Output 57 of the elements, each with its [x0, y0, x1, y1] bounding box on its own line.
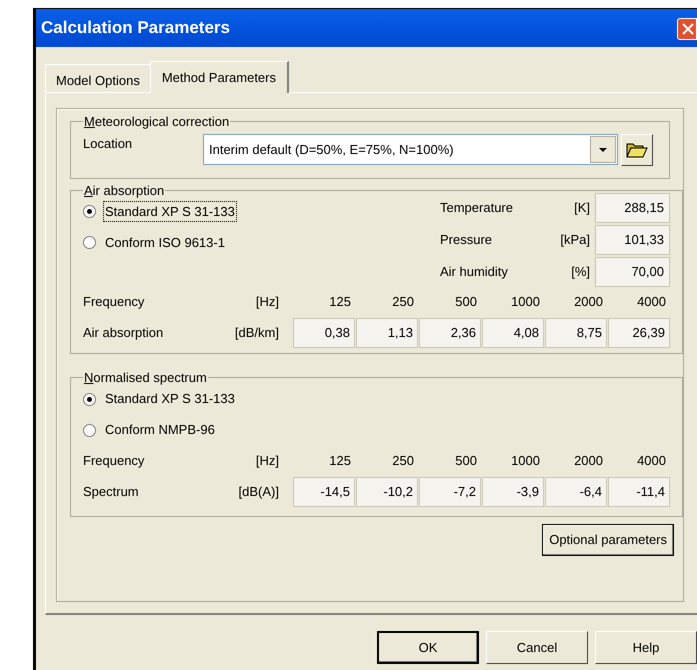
parameter-label: Pressure [440, 231, 494, 250]
unit-label: [dB(A)] [238, 482, 279, 501]
group-title: Normalised spectrum [83, 369, 208, 387]
frequency-value: 250 [391, 452, 415, 470]
value-field[interactable]: -10,2 [356, 476, 418, 506]
frequency-value: 125 [328, 452, 352, 470]
parameter-label: Air humidity [440, 263, 509, 282]
tab[interactable]: Model Options [45, 64, 150, 92]
frequency-value: 2000 [573, 452, 604, 470]
parameter-label: Temperature [440, 199, 514, 218]
radio-label[interactable]: Standard XP S 31-133 [104, 389, 236, 409]
group-title: Air absorption [83, 182, 166, 200]
value-field[interactable]: 8,75 [545, 318, 607, 348]
unit-label: [K] [573, 199, 590, 218]
frequency-value: 4000 [636, 293, 667, 312]
window-title: Calculation Parameters [41, 17, 230, 40]
value-field[interactable]: -7,2 [419, 476, 481, 506]
frequency-value: 500 [454, 293, 478, 312]
unit-label: [Hz] [254, 452, 279, 470]
dialog-button[interactable]: Cancel [486, 631, 588, 664]
location-dropdown[interactable]: Interim default (D=50%, E=75%, N=100%) [203, 134, 618, 165]
unit-label: [dB/km] [234, 324, 279, 342]
parameter-field[interactable]: 101,33 [595, 225, 670, 255]
dialog-button[interactable]: OK [377, 631, 480, 664]
frequency-value: 250 [391, 293, 415, 312]
unit-label: [kPa] [559, 231, 590, 250]
frequency-value: 1000 [510, 452, 541, 470]
tab[interactable]: Method Parameters [150, 61, 289, 93]
unit-label: [Hz] [254, 293, 279, 312]
value-field[interactable]: 26,39 [608, 318, 670, 348]
value-field[interactable]: -11,4 [608, 476, 670, 506]
value-field[interactable]: -14,5 [293, 476, 355, 506]
value-field[interactable]: 4,08 [482, 318, 544, 348]
dialog-button[interactable]: Help [595, 631, 697, 664]
row-label: Spectrum [83, 482, 140, 501]
unit-label: [%] [570, 263, 590, 282]
location-label: Location [83, 134, 134, 152]
value-field[interactable]: 1,13 [356, 318, 418, 348]
radio-label[interactable]: Standard XP S 31-133 [104, 202, 236, 222]
frequency-value: 2000 [573, 293, 604, 312]
radio-label[interactable]: Conform ISO 9613-1 [104, 232, 226, 252]
frequency-value: 125 [328, 293, 352, 312]
frequency-label: Frequency [83, 452, 146, 470]
optional-parameters-button[interactable]: Optional parameters [542, 524, 674, 556]
frequency-value: 500 [454, 452, 478, 470]
frequency-value: 4000 [636, 452, 667, 470]
row-label: Air absorption [83, 324, 164, 342]
value-field[interactable]: -6,4 [545, 476, 607, 506]
parameter-field[interactable]: 70,00 [595, 257, 670, 287]
frequency-label: Frequency [83, 293, 146, 312]
group-title: Meteorological correction [83, 113, 230, 131]
value-field[interactable]: 2,36 [419, 318, 481, 348]
radio-label[interactable]: Conform NMPB-96 [104, 420, 216, 440]
value-field[interactable]: -3,9 [482, 476, 544, 506]
value-field[interactable]: 0,38 [293, 318, 355, 348]
frequency-value: 1000 [510, 293, 541, 312]
parameter-field[interactable]: 288,15 [595, 193, 670, 223]
